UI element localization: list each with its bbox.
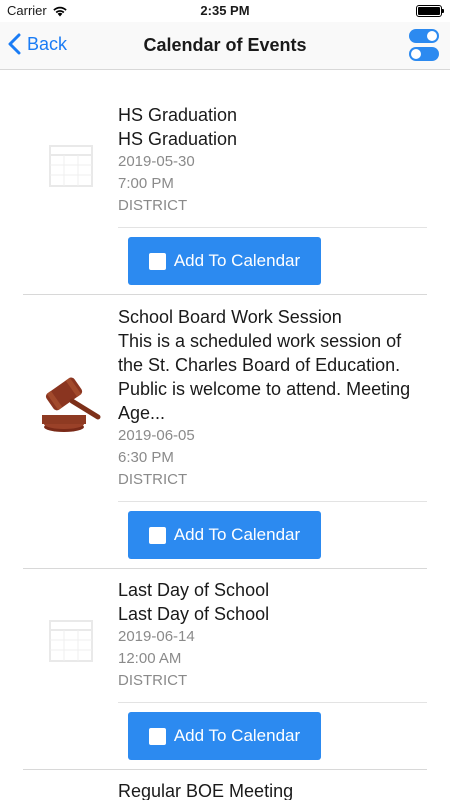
event-description: Last Day of School — [118, 604, 270, 624]
add-to-calendar-button[interactable]: Add To Calendar — [128, 712, 321, 760]
event-item[interactable]: Regular BOE Meeting — [23, 770, 427, 800]
event-time: 12:00 AM — [118, 650, 182, 667]
event-description: HS Graduation — [118, 129, 238, 149]
calendar-add-icon — [148, 252, 166, 270]
gavel-icon — [41, 377, 100, 432]
event-time: 7:00 PM — [118, 175, 174, 192]
event-date: 2019-06-05 — [118, 427, 195, 444]
event-thumbnail — [23, 305, 118, 502]
event-date: 2019-06-14 — [118, 628, 195, 645]
event-title: Last Day of School — [118, 580, 270, 600]
navigation-bar: Back Calendar of Events — [0, 22, 450, 70]
event-info: School Board Work Session This is a sche… — [118, 305, 427, 502]
event-info: HS Graduation HS Graduation 2019-05-30 7… — [118, 103, 427, 228]
calendar-icon — [48, 619, 93, 662]
event-title: Regular BOE Meeting — [118, 781, 294, 800]
event-item[interactable]: Last Day of School Last Day of School 20… — [23, 569, 427, 770]
event-info: Regular BOE Meeting — [118, 779, 427, 800]
event-description: This is a scheduled work session of the … — [118, 331, 411, 423]
event-info: Last Day of School Last Day of School 20… — [118, 578, 427, 703]
add-to-calendar-label: Add To Calendar — [173, 251, 301, 270]
calendar-add-icon — [148, 526, 166, 544]
calendar-icon — [48, 144, 93, 187]
toggle-settings-icon[interactable] — [408, 28, 440, 62]
event-location: DISTRICT — [118, 471, 188, 488]
event-thumbnail — [23, 779, 118, 800]
event-location: DISTRICT — [118, 672, 188, 689]
status-bar: Carrier 2:35 PM — [0, 0, 450, 22]
event-location: DISTRICT — [118, 197, 188, 214]
add-to-calendar-button[interactable]: Add To Calendar — [128, 511, 321, 559]
event-item[interactable]: HS Graduation HS Graduation 2019-05-30 7… — [23, 70, 427, 295]
add-to-calendar-label: Add To Calendar — [173, 525, 301, 544]
event-item[interactable]: School Board Work Session This is a sche… — [23, 295, 427, 569]
event-title: School Board Work Session — [118, 307, 342, 327]
add-to-calendar-label: Add To Calendar — [173, 726, 301, 745]
event-title: HS Graduation — [118, 105, 238, 125]
event-thumbnail — [23, 578, 118, 703]
add-to-calendar-button[interactable]: Add To Calendar — [128, 237, 321, 285]
calendar-add-icon — [148, 727, 166, 745]
event-thumbnail — [23, 103, 118, 228]
event-date: 2019-05-30 — [118, 153, 195, 170]
page-title: Calendar of Events — [143, 35, 307, 55]
status-time: 2:35 PM — [200, 3, 250, 18]
battery-icon — [416, 5, 444, 17]
event-time: 6:30 PM — [118, 449, 174, 466]
event-list: HS Graduation HS Graduation 2019-05-30 7… — [0, 70, 450, 800]
